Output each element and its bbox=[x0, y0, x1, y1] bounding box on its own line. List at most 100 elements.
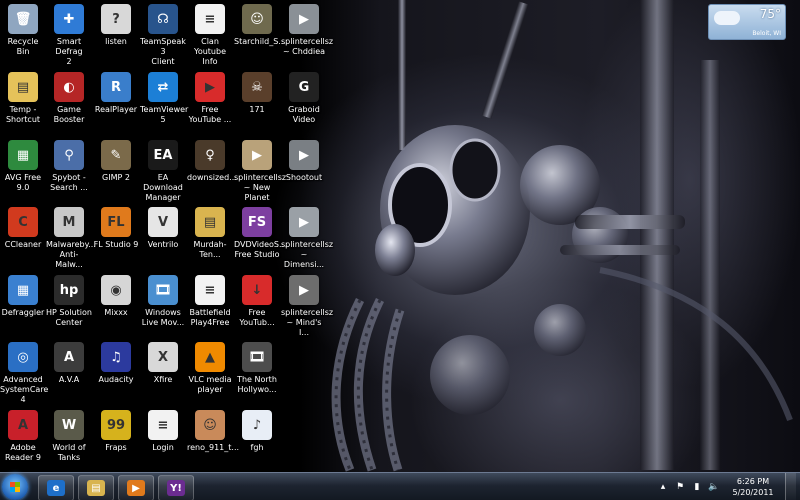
desktop-icon-label: reno_911_t... bbox=[187, 443, 240, 452]
taskbar-clock[interactable]: 6:26 PM 5/20/2011 bbox=[725, 476, 781, 498]
desktop-icon-label: Battlefield Play4Free bbox=[189, 308, 231, 327]
desktop-icon[interactable]: 99 Fraps bbox=[93, 410, 139, 453]
desktop-icon[interactable]: EA EA Download Manager bbox=[140, 140, 186, 203]
desktop-icon[interactable]: A A.V.A bbox=[46, 342, 92, 385]
desktop-icon-label: DVDVideoS... Free Studio bbox=[234, 240, 287, 259]
desktop-icon[interactable]: FL FL Studio 9 bbox=[93, 207, 139, 250]
desktop-icon-label: Shootout bbox=[285, 173, 323, 182]
desktop-icon[interactable]: ♫ Audacity bbox=[93, 342, 139, 385]
ea-icon: EA bbox=[148, 140, 178, 170]
desktop-icon-label: A.V.A bbox=[58, 375, 80, 384]
audacity-icon: ♫ bbox=[101, 342, 131, 372]
desktop-icon[interactable]: ▤ Temp - Shortcut bbox=[0, 72, 46, 125]
desktop-icon-label: splintercellsz ~ Mind's I... bbox=[281, 308, 334, 337]
show-desktop-button[interactable] bbox=[785, 473, 796, 500]
desktop-icon[interactable]: ☊ TeamSpeak 3 Client bbox=[140, 4, 186, 67]
desktop-icon-label: Fraps bbox=[105, 443, 127, 452]
folder-icon: ▤ bbox=[87, 480, 105, 496]
desktop-icon[interactable]: ▤ Murdah-Ten... bbox=[187, 207, 233, 260]
desktop-icon-label: Free YouTub... bbox=[239, 308, 275, 327]
desktop-icon[interactable]: ≡ Battlefield Play4Free bbox=[187, 275, 233, 328]
taskbar-internet-explorer-button[interactable]: e bbox=[38, 475, 74, 500]
desktop-icon[interactable]: ≡ Login bbox=[140, 410, 186, 453]
free-youtube-icon: ▶ bbox=[195, 72, 225, 102]
desktop-icon[interactable]: ⚲ Spybot - Search ... bbox=[46, 140, 92, 193]
desktop-icon[interactable]: ◎ Advanced SystemCare 4 bbox=[0, 342, 48, 405]
weather-temperature: 75° bbox=[759, 7, 781, 21]
smart-defrag-icon: ✚ bbox=[54, 4, 84, 34]
chevron-up-icon[interactable]: ▴ bbox=[657, 481, 669, 493]
desktop-icon-label: Adobe Reader 9 bbox=[5, 443, 41, 462]
teamspeak-icon: ☊ bbox=[148, 4, 178, 34]
fraps-icon: 99 bbox=[101, 410, 131, 440]
desktop-icon[interactable]: G Graboid Video bbox=[281, 72, 327, 125]
desktop-icon[interactable]: ✚ Smart Defrag 2 bbox=[46, 4, 92, 67]
desktop-icon[interactable]: V Ventrilo bbox=[140, 207, 186, 250]
desktop-icon[interactable]: ◐ Game Booster bbox=[46, 72, 92, 125]
desktop-icon[interactable]: ✎ GIMP 2 bbox=[93, 140, 139, 183]
taskbar-media-player-button[interactable]: ▶ bbox=[118, 475, 154, 500]
desktop-icon[interactable]: ▶ splintercellsz ~ Chddiea bbox=[281, 4, 333, 57]
weather-gadget[interactable]: 75° Beloit, WI bbox=[708, 4, 786, 40]
desktop-icon[interactable]: ↓ Free YouTub... bbox=[234, 275, 280, 328]
desktop-icon[interactable]: ▶ Free YouTube ... bbox=[187, 72, 233, 125]
listen-shortcut-icon: ? bbox=[101, 4, 131, 34]
desktop-icon-label: EA Download Manager bbox=[143, 173, 183, 202]
desktop-icon[interactable]: FS DVDVideoS... Free Studio bbox=[234, 207, 287, 260]
desktop-icon[interactable]: ▦ Defraggler bbox=[0, 275, 46, 318]
desktop-icon[interactable]: ⇄ TeamViewer 5 bbox=[140, 72, 189, 125]
desktop-icon-label: TeamSpeak 3 Client bbox=[140, 37, 186, 66]
flag-icon[interactable]: ⚑ bbox=[674, 481, 686, 493]
yahoo-messenger-icon: Y! bbox=[167, 480, 185, 496]
desktop-icon[interactable]: ▶ splintercellsz ~ Mind's I... bbox=[281, 275, 334, 338]
desktop-icon[interactable]: ☠ 171 bbox=[234, 72, 280, 115]
desktop-icon[interactable]: ▶ splintercellsz ~ Dimensi... bbox=[281, 207, 333, 270]
desktop-icon[interactable]: 🗑 Recycle Bin bbox=[0, 4, 46, 57]
desktop-icon[interactable]: ☺ reno_911_t... bbox=[187, 410, 240, 453]
desktop-icon-label: fgh bbox=[250, 443, 264, 452]
desktop-icon-label: TeamViewer 5 bbox=[140, 105, 189, 124]
desktop-icon[interactable]: ▶ splintercellsz ~ New Planet bbox=[234, 140, 286, 203]
start-button[interactable] bbox=[2, 474, 28, 500]
taskbar-yahoo-messenger-button[interactable]: Y! bbox=[158, 475, 194, 500]
desktop-icon[interactable]: ▲ VLC media player bbox=[187, 342, 233, 395]
desktop-icon[interactable]: A Adobe Reader 9 bbox=[0, 410, 46, 463]
clock-date: 5/20/2011 bbox=[732, 488, 774, 497]
desktop-icon-label: downsized... bbox=[187, 173, 237, 182]
taskbar-windows-explorer-button[interactable]: ▤ bbox=[78, 475, 114, 500]
desktop-icon[interactable]: ▦ AVG Free 9.0 bbox=[0, 140, 46, 193]
desktop-icon[interactable]: M Malwareby... Anti-Malw... bbox=[46, 207, 96, 270]
desktop-icon-label: Recycle Bin bbox=[7, 37, 39, 56]
network-icon[interactable]: ▮ bbox=[691, 481, 703, 493]
desktop-icon[interactable]: ▶ Shootout bbox=[281, 140, 327, 183]
folder-icon: ▤ bbox=[8, 72, 38, 102]
desktop-icon-label: VLC media player bbox=[188, 375, 232, 394]
desktop-icon-label: Game Booster bbox=[53, 105, 85, 124]
desktop-icon[interactable]: ◉ Mixxx bbox=[93, 275, 139, 318]
desktop-icon[interactable]: 🎞 The North Hollywo... bbox=[234, 342, 280, 395]
video-file-icon: 🎞 bbox=[242, 342, 272, 372]
clock-time: 6:26 PM bbox=[736, 477, 770, 486]
desktop-icon[interactable]: R RealPlayer bbox=[93, 72, 139, 115]
recycle-bin-icon: 🗑 bbox=[8, 4, 38, 34]
desktop-icon-label: Temp - Shortcut bbox=[5, 105, 41, 124]
desktop-icon[interactable]: C CCleaner bbox=[0, 207, 46, 250]
free-studio-icon: FS bbox=[242, 207, 272, 237]
text-document-icon: ≡ bbox=[148, 410, 178, 440]
desktop-icon[interactable]: X Xfire bbox=[140, 342, 186, 385]
desktop[interactable]: 🗑 Recycle Bin ✚ Smart Defrag 2? listen ☊ TeamS… bbox=[0, 0, 800, 500]
desktop-icon-label: Audacity bbox=[98, 375, 134, 384]
desktop-icon[interactable]: hp HP Solution Center bbox=[46, 275, 92, 328]
desktop-icon[interactable]: ? listen bbox=[93, 4, 139, 47]
desktop-icon[interactable]: ≡ Clan Youtube Info bbox=[187, 4, 233, 67]
desktop-icon[interactable]: ♪ fgh bbox=[234, 410, 280, 453]
media-player-icon: ▶ bbox=[127, 480, 145, 496]
adobe-reader-icon: A bbox=[8, 410, 38, 440]
desktop-icon[interactable]: 🎞 Windows Live Mov... bbox=[140, 275, 186, 328]
desktop-icon[interactable]: W World of Tanks bbox=[46, 410, 92, 463]
desktop-icon[interactable]: ☺ Starchild_S... bbox=[234, 4, 286, 47]
speaker-icon[interactable]: 🔈 bbox=[708, 481, 720, 493]
gimp-icon: ✎ bbox=[101, 140, 131, 170]
desktop-icon[interactable]: ♀ downsized... bbox=[187, 140, 237, 183]
ventrilo-icon: V bbox=[148, 207, 178, 237]
